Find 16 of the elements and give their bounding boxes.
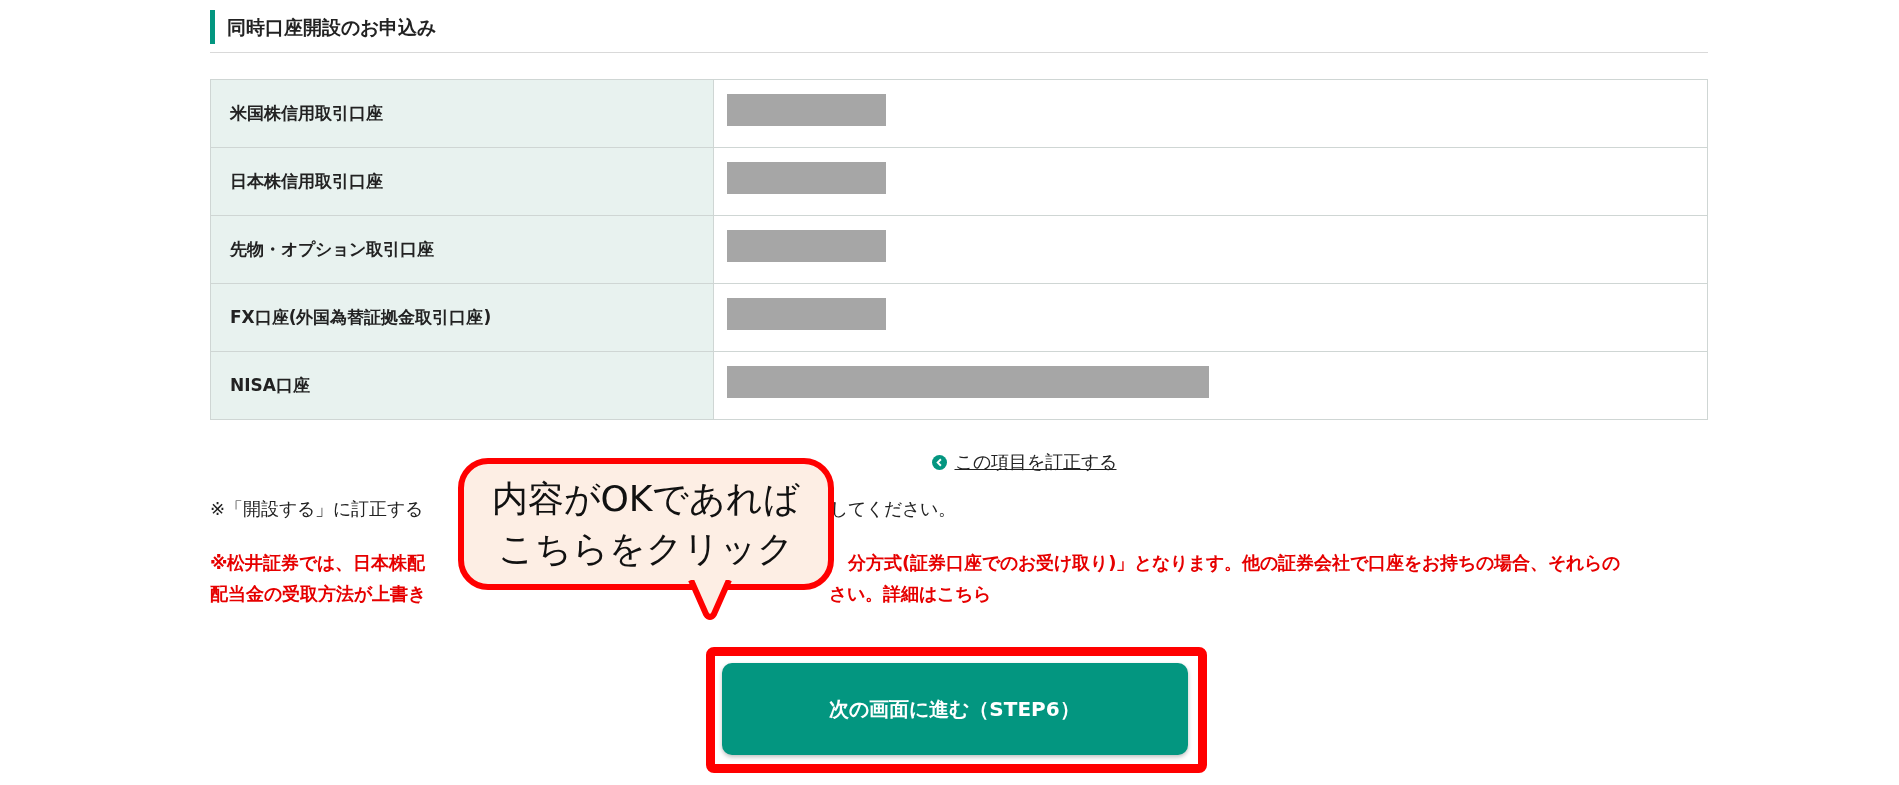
warning-text: 配当金の受取方法が上書き [210, 582, 427, 606]
warning-text: さい。詳細はこちら [829, 582, 991, 606]
row-label: 米国株信用取引口座 [211, 80, 714, 147]
callout-text: 内容がOKであれば [491, 477, 801, 521]
note-text: してください。 [830, 497, 956, 521]
row-label: 日本株信用取引口座 [211, 148, 714, 215]
row-label: 先物・オプション取引口座 [211, 216, 714, 283]
warning-text: ※松井証券では、日本株配 [210, 551, 427, 575]
callout-text: こちらをクリック [498, 527, 794, 571]
note-text: ※「開設する」に訂正する [210, 497, 425, 521]
warning-text: 分方式(証券口座でのお受け取り)」となります。他の証券会社で口座をお持ちの場合、それらの [848, 551, 1621, 575]
next-button[interactable]: 次の画面に進む（STEP6） [721, 663, 1188, 755]
row-label: FX口座(外国為替証拠金取引口座) [211, 284, 714, 351]
correct-link[interactable]: この項目を訂正する [954, 450, 1117, 474]
section-title: 同時口座開設のお申込み [210, 10, 436, 44]
row-label: NISA口座 [211, 352, 714, 419]
